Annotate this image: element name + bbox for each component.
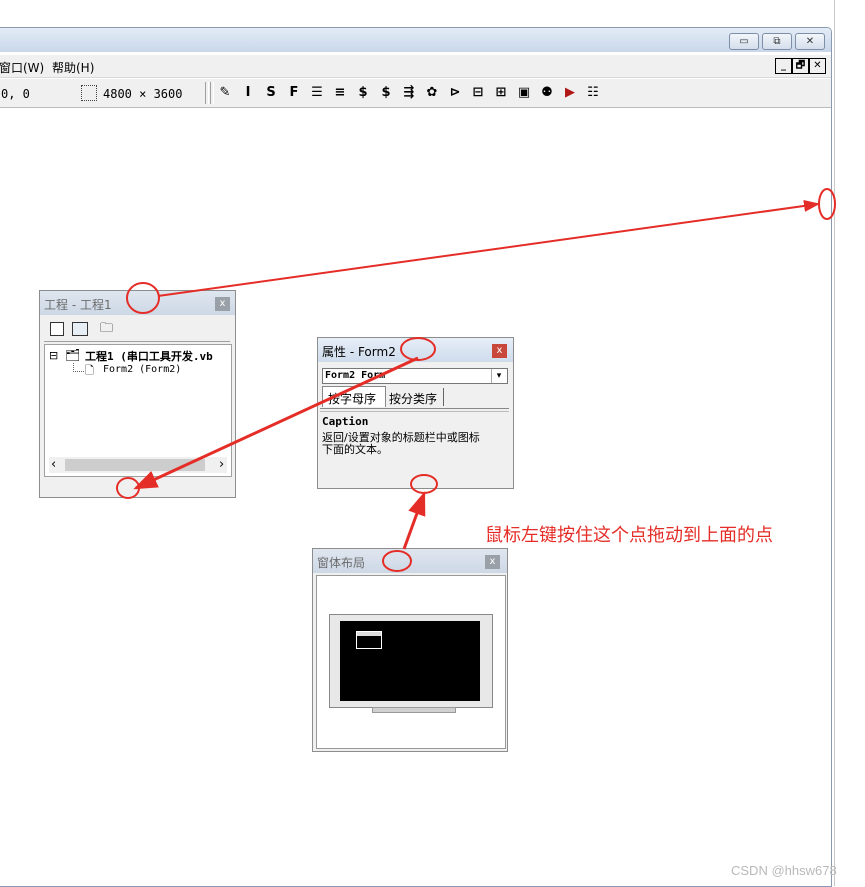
annotation-circle — [818, 188, 836, 220]
annotation-overlay — [116, 188, 836, 572]
annotation-arrow — [133, 356, 419, 490]
annotation-circle — [410, 474, 438, 494]
annotation-circle — [382, 550, 412, 572]
annotation-circle — [400, 337, 436, 361]
annotation-arrow — [402, 491, 426, 550]
annotation-arrow — [157, 199, 820, 297]
annotation-circle — [126, 282, 160, 314]
watermark: CSDN @hhsw678 — [731, 863, 837, 878]
annotation-text: 鼠标左键按住这个点拖动到上面的点 — [485, 525, 773, 546]
annotation-circle — [116, 477, 140, 499]
